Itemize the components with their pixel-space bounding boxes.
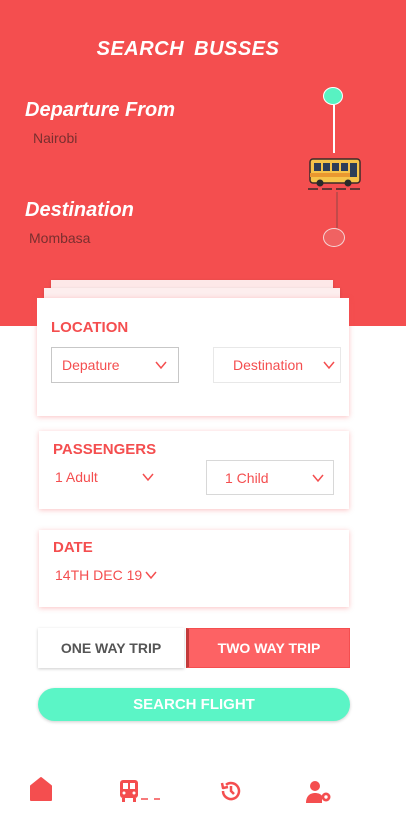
- date-title: DATE: [53, 539, 93, 556]
- bus-icon[interactable]: [118, 779, 164, 803]
- route-line: [336, 192, 338, 228]
- user-settings-icon[interactable]: [305, 780, 333, 804]
- children-select-value: 1 Child: [225, 469, 269, 486]
- date-picker[interactable]: 14TH DEC 19: [55, 560, 185, 590]
- adults-select-value: 1 Adult: [55, 469, 98, 485]
- date-card: DATE 14TH DEC 19: [39, 530, 349, 607]
- departure-select[interactable]: Depature: [51, 347, 179, 383]
- chevron-down-icon: [155, 361, 167, 370]
- hero-header: SEARCH BUSSES Departure From Nairobi Des…: [0, 0, 406, 326]
- route-line: [333, 105, 335, 153]
- chevron-down-icon: [145, 571, 157, 580]
- departure-value: Nairobi: [33, 130, 78, 146]
- history-icon[interactable]: [219, 779, 243, 803]
- passengers-card: PASSENGERS 1 Adult 1 Child: [39, 431, 349, 509]
- destination-select[interactable]: Destination: [213, 347, 341, 383]
- destination-value: Mombasa: [29, 230, 91, 246]
- adults-select[interactable]: 1 Adult: [55, 461, 165, 493]
- two-way-trip-button[interactable]: TWO WAY TRIP: [186, 628, 350, 668]
- passengers-title: PASSENGERS: [53, 441, 157, 458]
- home-icon[interactable]: [29, 776, 53, 802]
- location-title: LOCATION: [51, 319, 129, 336]
- children-select[interactable]: 1 Child: [206, 460, 334, 495]
- destination-select-value: Destination: [233, 357, 304, 373]
- destination-dot-icon: [323, 228, 345, 247]
- page-title: SEARCH BUSSES: [96, 38, 280, 60]
- chevron-down-icon: [323, 361, 335, 370]
- chevron-down-icon: [142, 473, 154, 482]
- departure-label: Departure From: [25, 99, 176, 121]
- one-way-trip-button[interactable]: ONE WAY TRIP: [38, 628, 184, 668]
- chevron-down-icon: [312, 474, 324, 482]
- origin-dot-icon: [323, 87, 343, 105]
- destination-label: Destination: [25, 199, 134, 221]
- date-value: 14TH DEC 19: [55, 567, 143, 583]
- bus-icon: [308, 158, 361, 190]
- search-flight-button[interactable]: SEARCH FLIGHT: [38, 688, 350, 721]
- departure-select-value: Depature: [62, 357, 120, 373]
- location-card: LOCATION Depature Destination: [37, 298, 349, 416]
